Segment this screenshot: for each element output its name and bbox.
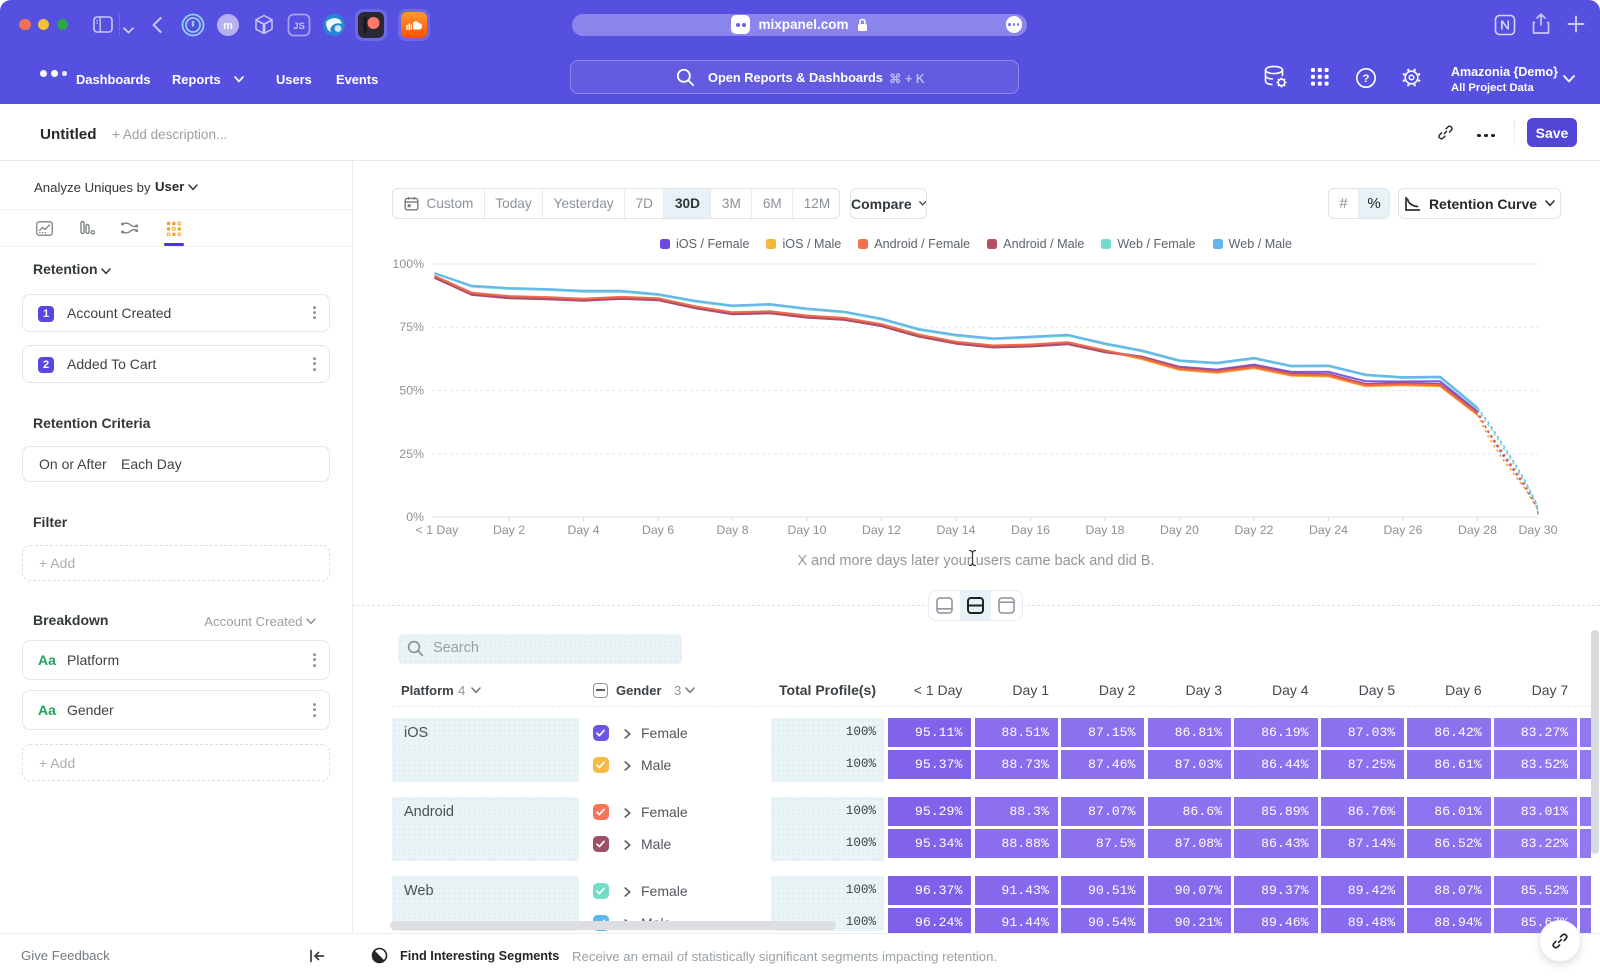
svg-text:Day 30: Day 30 [1519,523,1558,537]
svg-text:Day 8: Day 8 [716,523,748,537]
svg-text:0%: 0% [406,510,424,524]
svg-text:Day 22: Day 22 [1235,523,1274,537]
svg-text:Day 28: Day 28 [1458,523,1497,537]
svg-text:Day 10: Day 10 [788,523,827,537]
svg-text:Day 26: Day 26 [1384,523,1423,537]
svg-text:Day 14: Day 14 [937,523,976,537]
svg-text:Day 20: Day 20 [1160,523,1199,537]
svg-text:50%: 50% [399,384,424,398]
svg-text:Day 12: Day 12 [862,523,901,537]
svg-text:Day 6: Day 6 [642,523,674,537]
svg-text:100%: 100% [393,257,425,271]
svg-text:Day 2: Day 2 [493,523,525,537]
svg-text:?: ? [1363,73,1370,85]
svg-text:25%: 25% [399,447,424,461]
svg-text:Day 24: Day 24 [1309,523,1348,537]
svg-text:Day 18: Day 18 [1086,523,1125,537]
svg-text:JS: JS [293,21,305,32]
svg-text:Day 4: Day 4 [567,523,599,537]
svg-text:m: m [223,20,233,32]
svg-text:< 1 Day: < 1 Day [416,523,460,537]
svg-text:Day 16: Day 16 [1011,523,1050,537]
svg-text:75%: 75% [399,320,424,334]
